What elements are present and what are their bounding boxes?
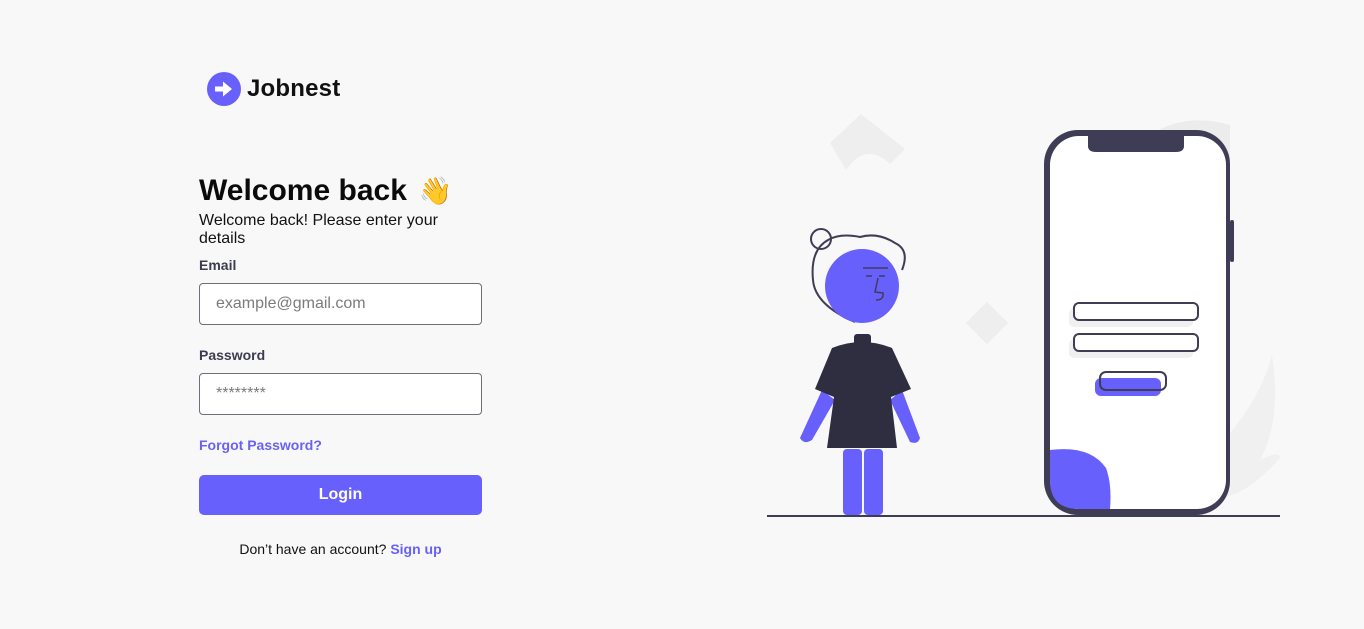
password-label: Password	[199, 347, 266, 363]
signup-prompt: Don’t have an account?	[239, 541, 387, 557]
person-illustration	[800, 228, 920, 515]
brand-logo[interactable]: Jobnest	[207, 72, 340, 106]
login-button[interactable]: Login	[199, 475, 482, 515]
email-label: Email	[199, 257, 237, 273]
title-row: Welcome back 👋	[199, 170, 483, 212]
person-with-phone-login-illustration	[767, 114, 1280, 517]
login-page: Jobnest Welcome back 👋 Welcome back! Ple…	[0, 0, 1364, 629]
page-title: Welcome back	[199, 174, 407, 207]
signup-link[interactable]: Sign up	[390, 541, 441, 557]
waving-hand-icon: 👋	[418, 175, 453, 206]
login-form: Welcome back 👋 Welcome back! Please ente…	[199, 170, 483, 557]
page-subtitle: Welcome back! Please enter your details	[199, 212, 438, 247]
arrow-circle-right-icon	[207, 72, 241, 106]
email-field[interactable]	[199, 283, 482, 325]
brand-name: Jobnest	[247, 75, 341, 102]
phone-illustration	[1044, 130, 1234, 515]
forgot-password-link[interactable]: Forgot Password?	[199, 437, 322, 453]
password-field[interactable]	[199, 373, 482, 415]
signup-row: Don’t have an account? Sign up	[199, 541, 482, 557]
